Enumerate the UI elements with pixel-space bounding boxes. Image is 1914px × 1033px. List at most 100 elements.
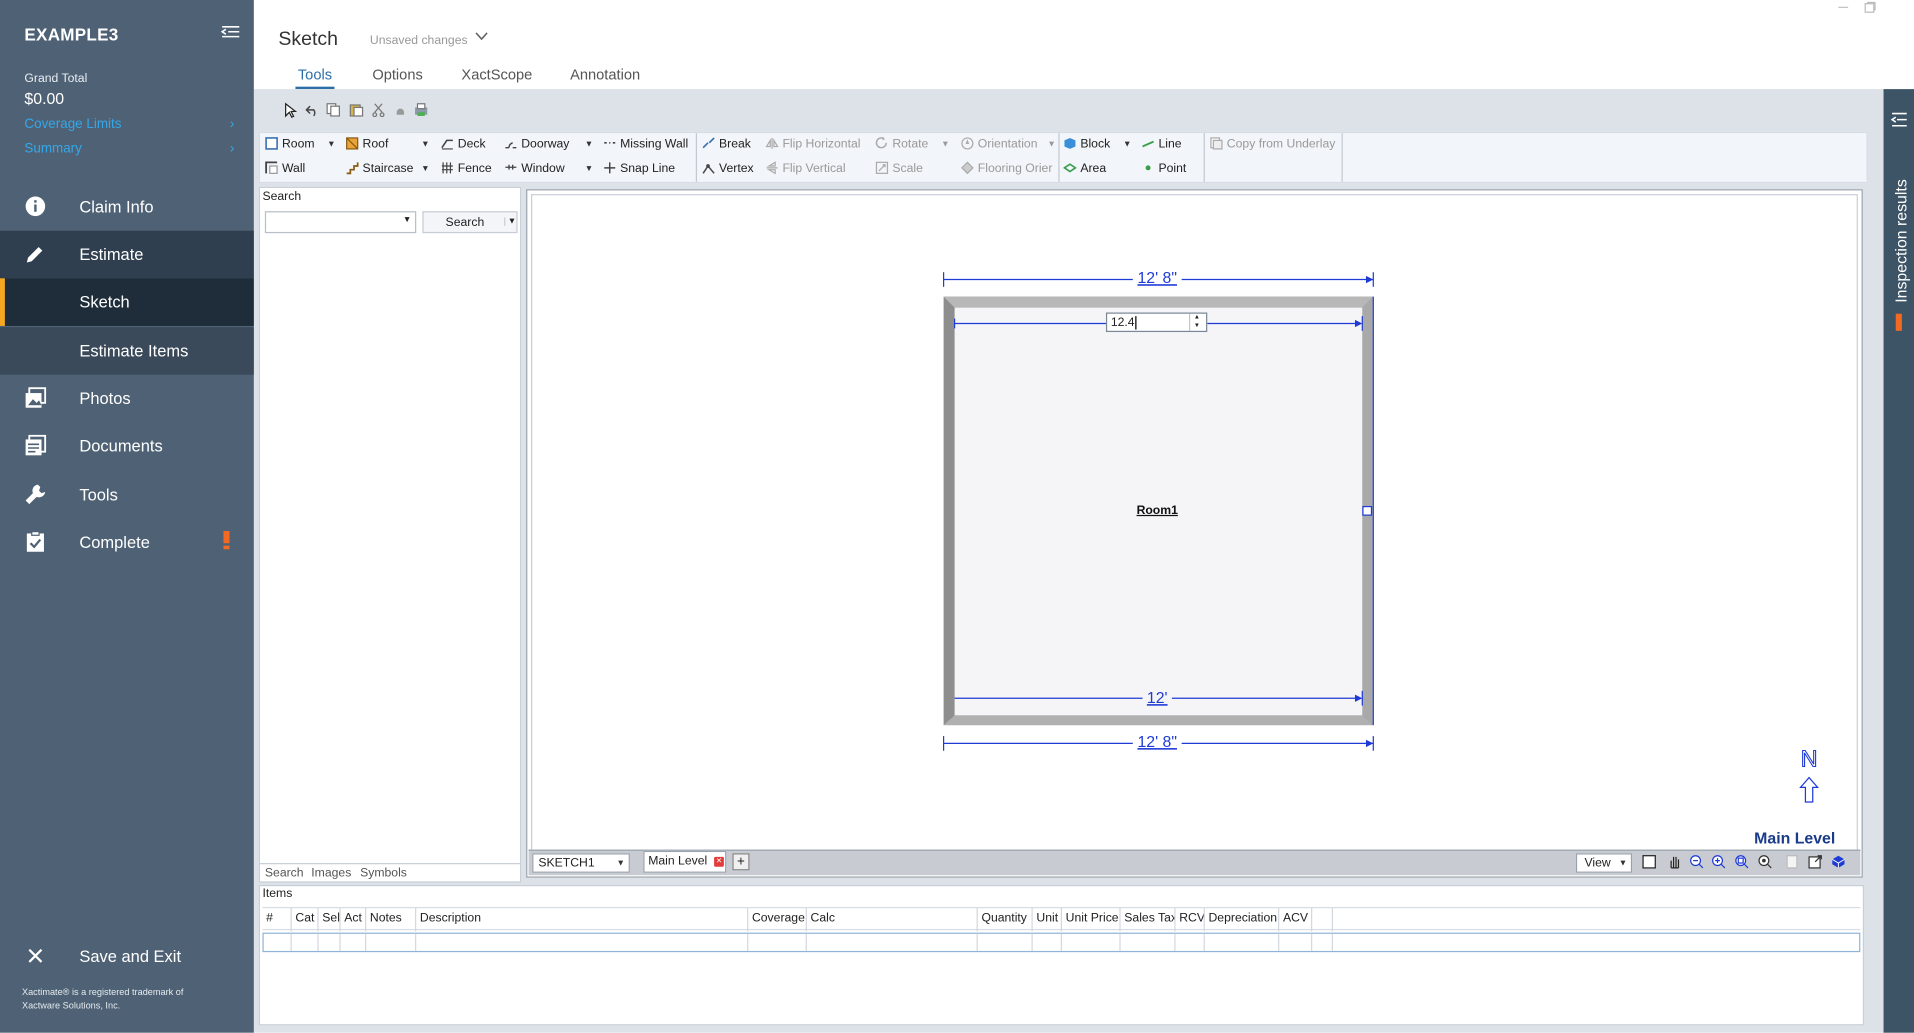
block-tool[interactable]: Block [1063, 137, 1110, 151]
table-cell[interactable] [264, 933, 292, 951]
print-icon[interactable] [414, 103, 429, 118]
column-header-cat[interactable]: Cat [292, 908, 319, 932]
level-tab-main[interactable]: Main Level ✕ [643, 850, 727, 873]
snap-line-tool[interactable]: Snap Line [603, 161, 675, 176]
nav-claim-info[interactable]: Claim Info [0, 183, 254, 231]
table-cell[interactable] [1033, 933, 1063, 951]
table-cell[interactable] [1205, 933, 1280, 951]
tab-symbols[interactable]: Symbols [360, 867, 407, 880]
nav-tools[interactable]: Tools [0, 471, 254, 519]
tab-xactscope[interactable]: XactScope [461, 66, 532, 83]
nav-sketch[interactable]: Sketch [0, 278, 254, 326]
chevron-down-icon[interactable] [475, 31, 488, 46]
column-header-acv[interactable]: ACV [1279, 908, 1313, 932]
column-header-calc[interactable]: Calc [807, 908, 978, 932]
rotate-dropdown-icon[interactable]: ▼ [941, 140, 949, 149]
table-cell[interactable] [319, 933, 341, 951]
nav-complete[interactable]: Complete [0, 519, 254, 567]
collapse-sidebar-icon[interactable] [220, 23, 241, 43]
deck-tool[interactable]: Deck [441, 137, 486, 151]
table-cell[interactable] [807, 933, 978, 951]
nav-estimate[interactable]: Estimate [0, 230, 254, 279]
window-tool[interactable]: Window [504, 161, 565, 176]
line-tool[interactable]: Line [1141, 137, 1182, 151]
table-cell[interactable] [1312, 933, 1334, 951]
tab-search[interactable]: Search [265, 867, 304, 880]
roof-tool[interactable]: Roof [345, 137, 388, 151]
close-level-icon[interactable]: ✕ [714, 856, 724, 867]
export-icon[interactable] [1807, 854, 1824, 871]
nav-photos[interactable]: Photos [0, 375, 254, 423]
break-tool[interactable]: Break [702, 137, 751, 151]
cut-icon[interactable] [371, 103, 386, 118]
select-pointer-icon[interactable] [283, 102, 298, 118]
roof-dropdown-icon[interactable]: ▼ [421, 140, 429, 149]
page-icon[interactable] [1783, 854, 1800, 871]
summary-link[interactable]: Summary › [24, 142, 234, 157]
sketch-select[interactable]: SKETCH1 ▼ [532, 853, 630, 873]
column-header-rcv[interactable]: RCV [1176, 908, 1205, 932]
3d-view-icon[interactable] [1830, 854, 1847, 871]
block-dropdown-icon[interactable]: ▼ [1123, 140, 1131, 149]
point-tool[interactable]: Point [1141, 161, 1186, 176]
room-dropdown-icon[interactable]: ▼ [327, 140, 335, 149]
zoom-out-icon[interactable] [1688, 854, 1705, 871]
table-cell[interactable] [416, 933, 749, 951]
column-header-depreciation[interactable]: Depreciation [1205, 908, 1280, 932]
fence-tool[interactable]: Fence [441, 161, 492, 176]
staircase-dropdown-icon[interactable]: ▼ [421, 165, 429, 174]
search-input[interactable]: ▼ [264, 211, 417, 234]
zoom-extents-icon[interactable] [1757, 854, 1774, 871]
minimize-icon[interactable] [1837, 1, 1849, 17]
tab-images[interactable]: Images [311, 867, 351, 880]
flip-vertical-tool[interactable]: Flip Vertical [765, 161, 846, 176]
vertex-tool[interactable]: Vertex [702, 161, 754, 176]
column-header-coverage[interactable]: Coverage [748, 908, 807, 932]
table-cell[interactable] [748, 933, 807, 951]
select-box-icon[interactable] [1641, 854, 1658, 871]
column-header-description[interactable]: Description [416, 908, 749, 932]
orientation-tool[interactable]: Orientation [961, 137, 1037, 151]
spinner-up-icon[interactable]: ▲ [1194, 314, 1200, 321]
column-header-act[interactable]: Act [341, 908, 367, 932]
tab-options[interactable]: Options [372, 66, 422, 83]
copy-from-underlay-tool[interactable]: Copy from Underlay [1210, 137, 1335, 151]
copy-icon[interactable] [326, 103, 341, 118]
coverage-limits-link[interactable]: Coverage Limits › [24, 117, 234, 132]
rotate-tool[interactable]: Rotate [875, 136, 928, 151]
spinner-down-icon[interactable]: ▼ [1194, 322, 1200, 329]
column-header-quantity[interactable]: Quantity [978, 908, 1033, 932]
nav-documents[interactable]: Documents [0, 422, 254, 470]
doorway-tool[interactable]: Doorway [504, 137, 569, 151]
spinner-buttons[interactable]: ▲ ▼ [1188, 313, 1206, 331]
search-input-dropdown-icon[interactable]: ▼ [403, 216, 411, 225]
zoom-fit-icon[interactable] [1733, 854, 1750, 871]
column-header-unit-price[interactable]: Unit Price [1062, 908, 1121, 932]
flip-horizontal-tool[interactable]: Flip Horizontal [765, 137, 860, 151]
area-tool[interactable]: Area [1063, 161, 1106, 176]
dimension-edit-value[interactable]: 12.4 [1111, 316, 1135, 329]
table-cell[interactable] [341, 933, 367, 951]
undo-icon[interactable] [305, 103, 320, 118]
missing-wall-tool[interactable]: Missing Wall [603, 137, 688, 151]
column-header-number[interactable]: # [262, 908, 292, 932]
tab-annotation[interactable]: Annotation [570, 66, 640, 83]
paste-icon[interactable] [349, 103, 364, 118]
doorway-dropdown-icon[interactable]: ▼ [585, 140, 593, 149]
orientation-dropdown-icon[interactable]: ▼ [1047, 140, 1055, 149]
table-cell[interactable] [1062, 933, 1121, 951]
wall-tool[interactable]: Wall [265, 161, 305, 176]
window-dropdown-icon[interactable]: ▼ [585, 165, 593, 174]
column-header-notes[interactable]: Notes [366, 908, 417, 932]
zoom-in-icon[interactable] [1710, 854, 1727, 871]
search-button[interactable]: Search ▼ [422, 211, 518, 234]
search-options-dropdown-icon[interactable]: ▼ [504, 217, 516, 226]
add-level-button[interactable]: + [732, 853, 750, 871]
expand-panel-icon[interactable] [1890, 112, 1908, 130]
table-cell[interactable] [1121, 933, 1176, 951]
inspection-results-label[interactable]: Inspection results [1892, 179, 1910, 303]
table-row[interactable] [262, 932, 1861, 953]
stamp-icon[interactable] [393, 103, 408, 118]
pan-hand-icon[interactable] [1666, 854, 1683, 871]
column-header-unit[interactable]: Unit [1033, 908, 1063, 932]
